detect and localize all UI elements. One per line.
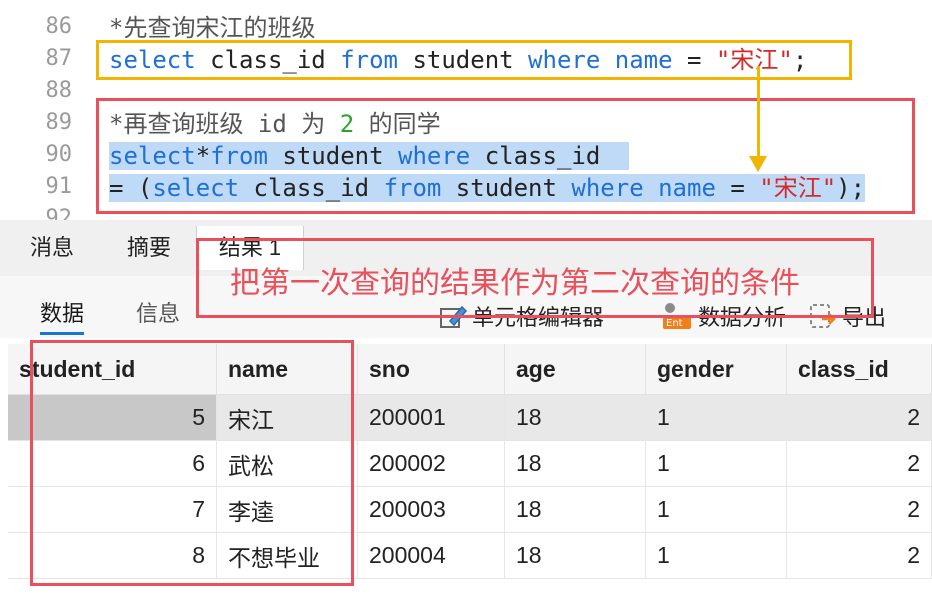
table-cell[interactable]: 2	[786, 486, 932, 533]
line-number: 92	[45, 206, 73, 220]
line-number: 89	[45, 110, 73, 135]
table-cell[interactable]: 200003	[357, 486, 505, 533]
table-cell[interactable]: 2	[786, 394, 932, 441]
column-header[interactable]: sno	[357, 344, 505, 395]
table-cell[interactable]: 2	[786, 532, 932, 579]
subtab-info[interactable]: 信息	[136, 296, 180, 328]
table-cell[interactable]: 2	[786, 440, 932, 487]
table-cell[interactable]: 1	[645, 532, 787, 579]
tab-messages[interactable]: 消息	[0, 226, 104, 270]
annotation-text: 把第一次查询的结果作为第二次查询的条件	[230, 266, 800, 301]
column-header[interactable]: gender	[645, 344, 787, 395]
table-cell[interactable]: 200001	[357, 394, 505, 441]
table-cell[interactable]: 18	[504, 440, 646, 487]
subtab-data[interactable]: 数据	[40, 296, 85, 335]
line-number: 88	[45, 78, 73, 103]
table-cell[interactable]: 200002	[357, 440, 505, 487]
table-cell[interactable]: 1	[645, 486, 787, 533]
line-number: 90	[45, 142, 73, 167]
table-cell[interactable]: 18	[504, 532, 646, 579]
table-cell[interactable]: 18	[504, 394, 646, 441]
table-cell[interactable]: 200004	[357, 532, 505, 579]
line-number: 87	[45, 46, 73, 71]
svg-text:Ent: Ent	[666, 318, 683, 329]
line-number: 86	[45, 14, 73, 39]
arrow-down-icon	[749, 156, 767, 172]
table-cell[interactable]: 1	[645, 394, 787, 441]
first-query-highlight-box	[96, 40, 852, 80]
tab-summary[interactable]: 摘要	[104, 226, 194, 270]
result-columns-highlight-box	[30, 340, 354, 586]
second-query-highlight-box	[96, 98, 915, 214]
arrow-line	[757, 66, 760, 158]
sql-editor[interactable]: 86 87 88 89 90 91 92 *先查询宋江的班级 select cl…	[0, 0, 932, 220]
line-number-gutter: 86 87 88 89 90 91 92	[0, 0, 90, 220]
column-header[interactable]: class_id	[786, 344, 932, 395]
line-number: 91	[45, 174, 73, 199]
column-header[interactable]: age	[504, 344, 646, 395]
table-cell[interactable]: 18	[504, 486, 646, 533]
table-cell[interactable]: 1	[645, 440, 787, 487]
